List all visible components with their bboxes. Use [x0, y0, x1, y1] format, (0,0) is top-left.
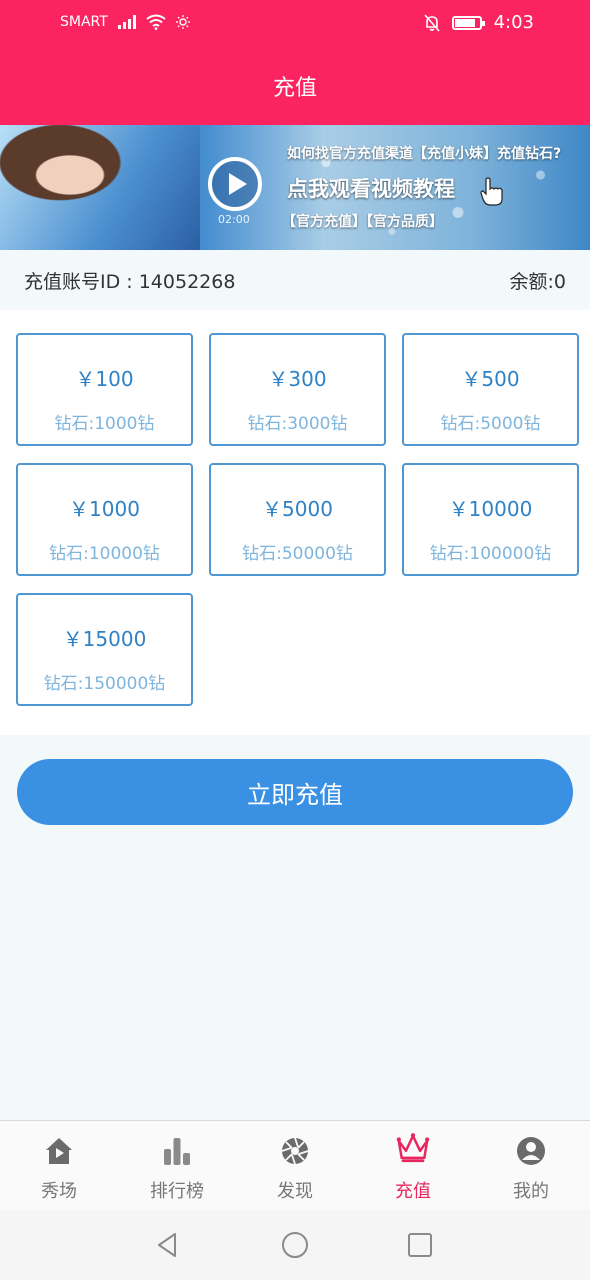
banner-tagline: 【官方充值】【官方品质】 — [282, 214, 443, 230]
package-diamonds: 钻石:100000钻 — [429, 544, 552, 564]
package-diamonds: 钻石:150000钻 — [43, 674, 166, 694]
tutorial-banner[interactable]: 02:00 如何找官方充值渠道【充值小妹】充值钻石? 点我观看视频教程 【官方充… — [0, 125, 590, 250]
package-option[interactable]: ￥10000 钻石:100000钻 — [402, 463, 579, 576]
tab-label: 充值 — [395, 1181, 431, 1202]
home-icon — [42, 1133, 76, 1169]
battery-icon — [451, 15, 485, 30]
package-price: ￥10000 — [448, 497, 533, 521]
status-right: 4:03 — [423, 12, 534, 33]
package-diamonds: 钻石:3000钻 — [247, 414, 348, 434]
package-diamonds: 钻石:1000钻 — [54, 414, 155, 434]
play-icon — [228, 173, 247, 195]
package-option[interactable]: ￥300 钻石:3000钻 — [209, 333, 386, 446]
account-id: 充值账号ID : 14052268 — [24, 270, 236, 293]
tab-mine[interactable]: 我的 — [472, 1121, 590, 1210]
banner-model-photo — [0, 125, 200, 250]
package-option[interactable]: ￥1000 钻石:10000钻 — [16, 463, 193, 576]
back-icon[interactable] — [153, 1230, 183, 1260]
package-price: ￥5000 — [262, 497, 333, 521]
header: 充值 — [0, 46, 590, 125]
package-option[interactable]: ￥5000 钻石:50000钻 — [209, 463, 386, 576]
battery-fill — [454, 18, 475, 27]
system-navigation-bar — [0, 1210, 590, 1280]
clock: 4:03 — [493, 12, 534, 33]
package-option[interactable]: ￥500 钻石:5000钻 — [402, 333, 579, 446]
tab-recharge[interactable]: 充值 — [354, 1121, 472, 1210]
mute-notification-icon — [423, 13, 440, 32]
package-price: ￥15000 — [62, 627, 147, 651]
package-price: ￥500 — [461, 367, 520, 391]
tab-label: 我的 — [513, 1181, 549, 1202]
brightness-icon — [175, 15, 190, 29]
package-diamonds: 钻石:5000钻 — [440, 414, 541, 434]
tab-label: 发现 — [277, 1181, 313, 1202]
tab-ranking[interactable]: 排行榜 — [118, 1121, 236, 1210]
bottom-tab-bar: 秀场 排行榜 发现 充值 我的 — [0, 1120, 590, 1210]
recent-apps-icon[interactable] — [405, 1230, 435, 1260]
tab-label: 秀场 — [41, 1181, 77, 1202]
play-video-button[interactable] — [208, 157, 262, 211]
pointing-hand-icon — [480, 177, 503, 206]
carrier-label: SMART — [60, 14, 108, 30]
balance: 余额:0 — [509, 270, 567, 293]
package-diamonds: 钻石:50000钻 — [242, 544, 353, 564]
banner-headline: 如何找官方充值渠道【充值小妹】充值钻石? — [287, 146, 562, 162]
package-diamonds: 钻石:10000钻 — [49, 544, 160, 564]
package-price: ￥100 — [75, 367, 134, 391]
discover-icon — [278, 1133, 312, 1169]
package-option[interactable]: ￥100 钻石:1000钻 — [16, 333, 193, 446]
tab-show[interactable]: 秀场 — [0, 1121, 118, 1210]
account-info-row: 充值账号ID : 14052268 余额:0 — [0, 250, 590, 310]
crown-icon — [396, 1133, 430, 1169]
status-bar: SMART 4:03 — [0, 0, 590, 46]
wifi-icon — [146, 14, 166, 30]
page-title: 充值 — [272, 75, 317, 101]
status-left: SMART — [60, 14, 190, 30]
video-duration: 02:00 — [218, 213, 250, 226]
ranking-icon — [160, 1133, 194, 1169]
recharge-packages: ￥100 钻石:1000钻 ￥300 钻石:3000钻 ￥500 钻石:5000… — [0, 310, 590, 735]
profile-icon — [514, 1133, 548, 1169]
package-price: ￥1000 — [69, 497, 140, 521]
package-price: ￥300 — [268, 367, 327, 391]
home-nav-icon[interactable] — [280, 1230, 310, 1260]
signal-icon — [117, 15, 136, 29]
package-option[interactable]: ￥15000 钻石:150000钻 — [16, 593, 193, 706]
tab-discover[interactable]: 发现 — [236, 1121, 354, 1210]
tab-label: 排行榜 — [150, 1181, 204, 1202]
recharge-now-button[interactable]: 立即充值 — [17, 759, 573, 825]
banner-watch-tutorial: 点我观看视频教程 — [287, 177, 455, 201]
